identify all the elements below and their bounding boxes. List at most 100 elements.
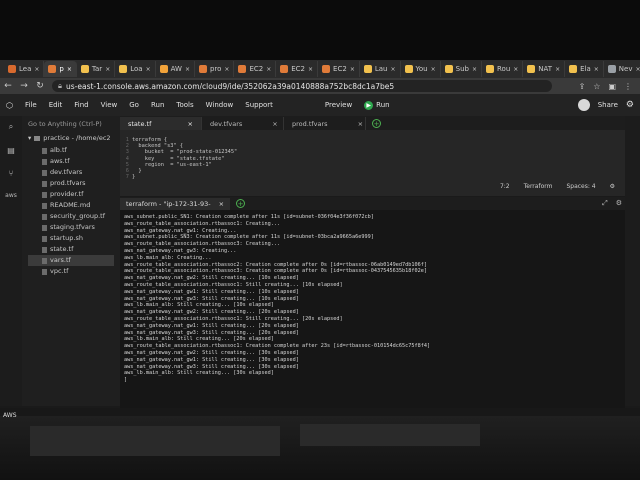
menu-view[interactable]: View xyxy=(95,101,124,109)
cursor-position[interactable]: 7:2 xyxy=(500,183,510,190)
menu-find[interactable]: Find xyxy=(68,101,94,109)
browser-tab-label: EC2 xyxy=(333,65,347,73)
goto-anything-input[interactable]: Go to Anything (Ctrl-P) xyxy=(28,120,114,128)
browser-tab[interactable]: NAT × xyxy=(523,61,566,77)
close-icon[interactable]: × xyxy=(555,66,560,73)
close-icon[interactable]: × xyxy=(308,66,313,73)
browser-tab[interactable]: Loa × xyxy=(115,61,156,77)
close-icon[interactable]: × xyxy=(431,66,436,73)
file-item[interactable]: provider.tf xyxy=(28,189,114,200)
close-icon[interactable]: × xyxy=(67,66,72,73)
file-item[interactable]: vpc.tf xyxy=(28,266,114,277)
menu-support[interactable]: Support xyxy=(239,101,279,109)
tab-state-tf[interactable]: state.tf × xyxy=(120,117,202,130)
browser-tab[interactable]: p × xyxy=(44,61,77,77)
browser-tab[interactable]: Rou × xyxy=(482,61,524,77)
file-item[interactable]: dev.tfvars xyxy=(28,167,114,178)
browser-tab[interactable]: Nev × xyxy=(604,61,640,77)
code-area[interactable]: 1234567 terraform { backend "s3" { bucke… xyxy=(120,130,625,180)
tab-terminal[interactable]: terraform - "ip-172-31-93- × xyxy=(120,198,231,210)
close-icon[interactable]: × xyxy=(358,120,363,128)
tab-prod-tfvars[interactable]: prod.tfvars × xyxy=(284,117,366,130)
close-icon[interactable]: × xyxy=(219,200,224,208)
source-control-icon[interactable]: ⑂ xyxy=(9,169,14,178)
menu-tools[interactable]: Tools xyxy=(170,101,199,109)
star-icon[interactable]: ☆ xyxy=(593,82,600,91)
browser-tab[interactable]: pro × xyxy=(195,61,235,77)
language-mode[interactable]: Terraform xyxy=(524,183,553,190)
terminal-line: aws_route_table_association.rtbassoc1: C… xyxy=(124,343,431,350)
share-page-icon[interactable]: ⇪ xyxy=(579,82,586,91)
menu-go[interactable]: Go xyxy=(123,101,145,109)
close-icon[interactable]: × xyxy=(105,66,110,73)
close-icon[interactable]: × xyxy=(272,120,277,128)
indent-setting[interactable]: Spaces: 4 xyxy=(566,183,595,190)
close-icon[interactable]: × xyxy=(185,66,190,73)
extensions-icon[interactable]: ▣ xyxy=(608,82,616,91)
browser-tab[interactable]: AW × xyxy=(156,61,195,77)
file-label: staging.tfvars xyxy=(50,223,95,231)
tab-dev-tfvars[interactable]: dev.tfvars × xyxy=(202,117,284,130)
close-icon[interactable]: × xyxy=(472,66,477,73)
close-icon[interactable]: × xyxy=(224,66,229,73)
browser-tab[interactable]: EC2 × xyxy=(234,61,277,77)
maximize-icon[interactable]: ⤢ xyxy=(602,199,608,208)
preview-button[interactable]: Preview xyxy=(319,101,358,109)
new-terminal-icon[interactable]: + xyxy=(236,199,246,208)
forward-icon[interactable]: → xyxy=(16,81,32,91)
gear-icon[interactable]: ⚙ xyxy=(616,199,622,208)
code-lines[interactable]: terraform { backend "s3" { bucket = "pro… xyxy=(132,137,237,180)
close-icon[interactable]: × xyxy=(390,66,395,73)
menu-window[interactable]: Window xyxy=(200,101,240,109)
close-icon[interactable]: × xyxy=(635,66,640,73)
file-item[interactable]: staging.tfvars xyxy=(28,222,114,233)
browser-tab[interactable]: EC2 × xyxy=(276,61,319,77)
menu-dots-icon[interactable]: ⋮ xyxy=(624,82,632,91)
gear-icon[interactable]: ⚙ xyxy=(610,183,615,190)
close-icon[interactable]: × xyxy=(513,66,518,73)
browser-tab[interactable]: Tar × xyxy=(77,61,116,77)
aws-cloud9-logo-icon[interactable]: ⬡ xyxy=(0,101,19,110)
environment-icon[interactable]: ▤ xyxy=(7,146,15,155)
close-icon[interactable]: × xyxy=(146,66,151,73)
terminal-tabs: terraform - "ip-172-31-93- × + xyxy=(120,197,625,210)
file-item[interactable]: vars.tf xyxy=(28,255,114,266)
reload-icon[interactable]: ↻ xyxy=(32,81,48,91)
back-icon[interactable]: ← xyxy=(0,81,16,91)
terminal-line: aws_lb.main_alb: Still creating... [10s … xyxy=(124,302,274,309)
new-tab-icon[interactable]: + xyxy=(372,119,381,128)
browser-tab[interactable]: Sub × xyxy=(441,61,482,77)
avatar[interactable] xyxy=(577,99,590,111)
browser-tab[interactable]: Lau × xyxy=(360,61,401,77)
menu-edit[interactable]: Edit xyxy=(43,101,69,109)
terminal-output[interactable]: aws_subnet.public_SN1: Creation complete… xyxy=(120,210,625,408)
url-input[interactable]: 🔒︎ us-east-1.console.aws.amazon.com/clou… xyxy=(52,80,552,92)
file-item[interactable]: security_group.tf xyxy=(28,211,114,222)
aws-icon[interactable]: aws xyxy=(5,192,17,199)
tree-root-folder[interactable]: ▾ practice - /home/ec2 xyxy=(28,134,114,142)
file-item[interactable]: prod.tfvars xyxy=(28,178,114,189)
browser-tab[interactable]: Ela × xyxy=(565,61,604,77)
close-icon[interactable]: × xyxy=(594,66,599,73)
run-button[interactable]: ▶ Run xyxy=(358,100,395,110)
favicon-icon xyxy=(80,65,89,73)
file-label: state.tf xyxy=(50,245,74,253)
close-icon[interactable]: × xyxy=(34,66,39,73)
file-item[interactable]: alb.tf xyxy=(28,145,114,156)
close-icon[interactable]: × xyxy=(350,66,355,73)
browser-tab[interactable]: EC2 × xyxy=(318,61,360,77)
favicon-icon xyxy=(607,65,616,73)
browser-tab[interactable]: Lea × xyxy=(4,61,45,77)
browser-tab[interactable]: You × xyxy=(401,61,441,77)
menu-run[interactable]: Run xyxy=(145,101,170,109)
file-item[interactable]: startup.sh xyxy=(28,233,114,244)
close-icon[interactable]: × xyxy=(266,66,271,73)
file-item[interactable]: state.tf xyxy=(28,244,114,255)
gear-icon[interactable]: ⚙ xyxy=(626,100,634,110)
share-button[interactable]: Share xyxy=(598,101,618,109)
close-icon[interactable]: × xyxy=(188,120,193,128)
file-item[interactable]: aws.tf xyxy=(28,156,114,167)
menu-file[interactable]: File xyxy=(19,101,43,109)
search-icon[interactable]: ⌕ xyxy=(9,122,13,132)
file-item[interactable]: README.md xyxy=(28,200,114,211)
